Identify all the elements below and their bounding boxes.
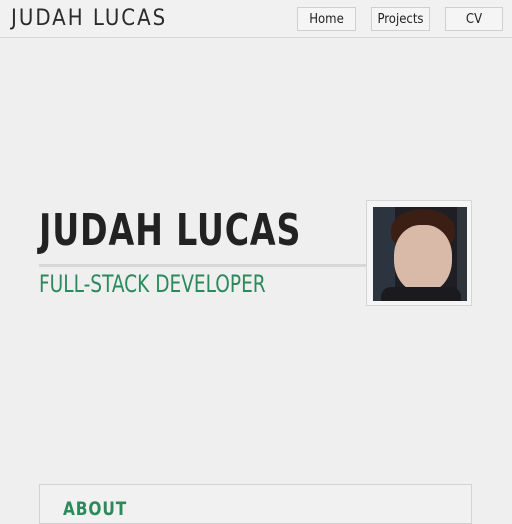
- portrait-shirt: [381, 287, 461, 301]
- profile-photo: [373, 207, 467, 301]
- nav-projects-button[interactable]: Projects: [371, 7, 430, 31]
- top-navbar: JUDAH LUCAS Home Projects CV: [0, 0, 512, 38]
- background-monitor-right: [457, 207, 467, 301]
- portrait-face: [394, 225, 452, 293]
- about-section-title: ABOUT: [63, 498, 128, 520]
- profile-avatar: [366, 200, 472, 306]
- hero-role-subtitle: FULL-STACK DEVELOPER: [39, 270, 266, 298]
- nav-home-button[interactable]: Home: [297, 7, 356, 31]
- hero-divider: [39, 264, 368, 267]
- about-section-card: ABOUT: [39, 484, 472, 524]
- site-brand[interactable]: JUDAH LUCAS: [11, 6, 167, 31]
- hero-name-heading: JUDAH LUCAS: [39, 205, 302, 256]
- nav-cv-button[interactable]: CV: [445, 7, 503, 31]
